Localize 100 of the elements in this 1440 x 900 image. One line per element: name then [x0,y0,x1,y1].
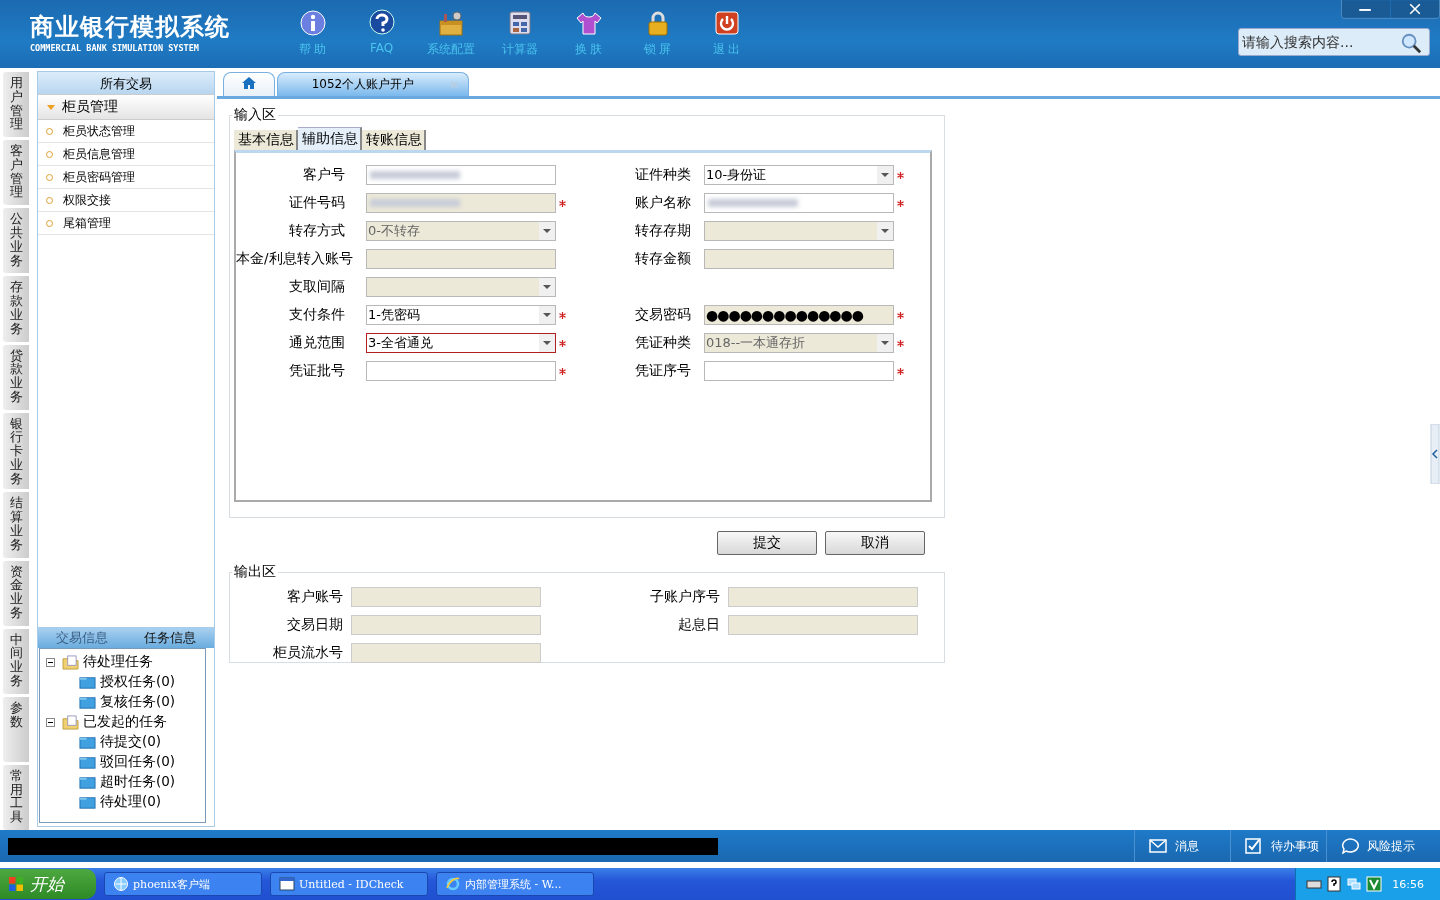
collapse-icon[interactable] [46,717,55,727]
speech-bubble-icon [1341,838,1359,854]
group-label: 柜员管理 [62,98,118,116]
form-tab[interactable]: 辅助信息 [298,127,362,150]
caret-icon [877,334,893,352]
panel-tab[interactable]: 交易信息 [38,628,126,648]
browser-icon [445,876,461,892]
action-button[interactable]: 取消 [825,531,925,555]
collapse-icon[interactable] [46,657,55,667]
field-label: 客户账号 [286,588,344,606]
info-icon [298,9,327,37]
vertical-tab[interactable]: 银行卡业务 [3,412,29,490]
field-label: 客户号 [302,166,346,184]
tree-item[interactable]: 待处理(0) [100,793,162,811]
shield-icon[interactable] [1366,876,1383,892]
input-field[interactable] [366,361,556,381]
app-title: 商业银行模拟系统 [30,12,231,42]
caret-icon [877,222,893,240]
checkbox-icon [1245,838,1263,854]
document-tab[interactable]: 1052个人账户开户 [277,72,469,96]
field-label: 交易密码 [634,306,692,324]
required-icon [897,339,904,347]
caret-icon [877,166,893,184]
globe-icon [113,876,129,892]
dropdown[interactable]: 10-身份证 [704,165,894,185]
shirt-icon [574,9,603,37]
vertical-tab[interactable]: 结算业务 [3,492,29,558]
start-button[interactable]: 开始 [0,869,96,899]
vertical-tab[interactable]: 客户管理 [3,140,29,206]
search-icon [1400,32,1422,54]
dropdown[interactable]: 1-凭密码 [366,305,556,325]
mail-icon [1149,838,1167,854]
vertical-tab[interactable]: 存款业务 [3,276,29,342]
help-icon[interactable] [1326,876,1343,892]
sidebar-item[interactable]: 柜员状态管理 [38,120,214,143]
collapse-handle[interactable] [1430,424,1440,484]
folder-icon [62,714,79,730]
field-label: 证件种类 [634,166,692,184]
tree-item[interactable]: 超时任务(0) [100,773,176,791]
minimize-button[interactable] [1342,0,1390,18]
windows-logo-icon [8,876,24,892]
vertical-tab[interactable]: 参数 [3,696,29,762]
sidebar-item[interactable]: 柜员信息管理 [38,143,214,166]
field-label: 子账户序号 [649,588,721,606]
vertical-tab[interactable]: 中间业务 [3,628,29,694]
tree-item[interactable]: 驳回任务(0) [100,753,176,771]
section-title: 输出区 [233,563,277,581]
vertical-tab[interactable]: 用户管理 [3,72,29,138]
caret-icon [539,306,555,324]
vertical-tab[interactable]: 公共业务 [3,208,29,274]
form-tab[interactable]: 基本信息 [234,130,298,150]
tree-item[interactable]: 待提交(0) [100,733,162,751]
taskbar-button[interactable]: phoenix客户端 [104,872,262,896]
vertical-tab[interactable]: 资金业务 [3,560,29,626]
toolbox-icon [436,9,465,37]
window-icon [279,876,295,892]
sidebar-item[interactable]: 尾箱管理 [38,212,214,235]
field-label: 通兑范围 [288,334,346,352]
home-tab[interactable] [223,72,275,96]
tree-item[interactable]: 待处理任务 [83,653,153,671]
required-icon [897,311,904,319]
panel-tab[interactable]: 任务信息 [126,628,214,648]
help-icon [367,9,396,37]
required-icon [897,199,904,207]
required-icon [559,339,566,347]
action-button[interactable]: 提交 [717,531,817,555]
group-header[interactable]: 柜员管理 [38,94,214,120]
folder-icon [79,794,96,810]
input-field[interactable] [366,165,556,185]
folder-icon [79,754,96,770]
close-icon[interactable] [450,80,459,89]
folder-icon [79,774,96,790]
input-field[interactable] [704,361,894,381]
vertical-tab[interactable]: 贷款业务 [3,344,29,410]
home-icon [241,76,257,90]
taskbar-button[interactable]: 内部管理系统 - W... [436,872,594,896]
required-icon [559,367,566,375]
field-label: 转存金额 [634,250,692,268]
dropdown[interactable]: 3-全省通兑 [366,333,556,353]
field-label: 凭证批号 [288,362,346,380]
form-tab[interactable]: 转账信息 [362,130,426,150]
clock: 16:56 [1392,877,1424,891]
tree-item[interactable]: 已发起的任务 [83,713,167,731]
folder-icon [62,654,79,670]
app-subtitle: COMMERCIAL BANK SIMULATION SYSTEM [30,42,200,54]
required-icon [559,199,566,207]
tree-item[interactable]: 复核任务(0) [100,693,176,711]
search-field[interactable]: 请输入搜索内容... [1238,28,1430,56]
sidebar-item[interactable]: 权限交接 [38,189,214,212]
input-field[interactable] [704,193,894,213]
vertical-tab[interactable]: 常用工具 [3,764,29,830]
taskbar-button[interactable]: Untitled - IDCheck [270,872,428,896]
field-label: 凭证种类 [634,334,692,352]
sidebar-item[interactable]: 柜员密码管理 [38,166,214,189]
close-button[interactable] [1391,0,1439,18]
required-icon [559,311,566,319]
caret-icon [539,278,555,296]
field-label: 账户名称 [634,194,692,212]
field-label: 交易日期 [286,616,344,634]
tree-item[interactable]: 授权任务(0) [100,673,176,691]
